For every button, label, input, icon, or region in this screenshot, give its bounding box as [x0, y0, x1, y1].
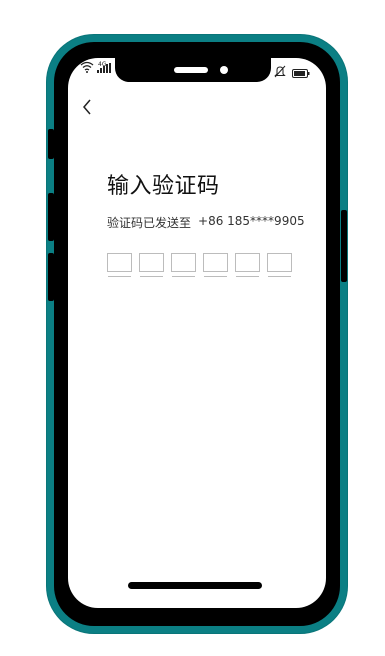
- code-digit-box-4[interactable]: [203, 253, 228, 277]
- code-sent-label: 验证码已发送至: [107, 216, 192, 230]
- code-digit-box-1[interactable]: [107, 253, 132, 277]
- mute-switch: [48, 129, 54, 159]
- network-type-label: 4G: [98, 61, 107, 68]
- power-button: [341, 210, 347, 282]
- code-digit-box-5[interactable]: [235, 253, 260, 277]
- home-indicator[interactable]: [128, 582, 262, 589]
- phone-screen: [68, 58, 326, 608]
- page-title: 输入验证码: [107, 174, 220, 199]
- volume-down-button: [48, 253, 54, 301]
- code-digit-box-6[interactable]: [267, 253, 292, 277]
- code-digit-box-2[interactable]: [139, 253, 164, 277]
- code-digit-box-3[interactable]: [171, 253, 196, 277]
- back-button[interactable]: [80, 98, 96, 118]
- wifi-icon: [80, 58, 94, 77]
- battery-icon: [292, 63, 310, 82]
- front-camera: [220, 66, 228, 74]
- volume-up-button: [48, 193, 54, 241]
- status-bar-right: [274, 63, 310, 82]
- code-sent-message: 验证码已发送至 +86 185****9905: [107, 214, 305, 231]
- phone-number: +86 185****9905: [198, 214, 305, 228]
- chevron-left-icon: [80, 99, 94, 120]
- bell-muted-icon: [274, 63, 286, 82]
- verification-code-input[interactable]: [107, 253, 292, 277]
- speaker-grille: [174, 67, 208, 73]
